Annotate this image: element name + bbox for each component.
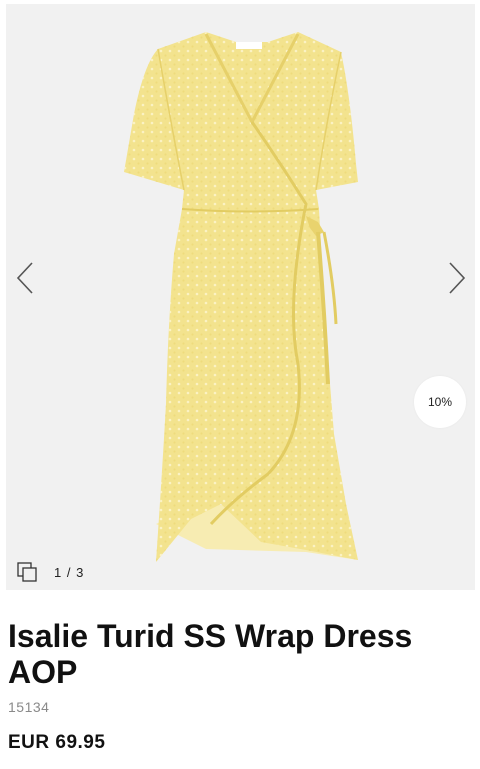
product-sku: 15134 <box>8 699 50 715</box>
product-title: Isalie Turid SS Wrap Dress AOP <box>8 618 413 690</box>
stacked-squares-icon <box>17 562 37 582</box>
image-counter-text: 1 / 3 <box>54 564 85 580</box>
next-image-button[interactable] <box>442 256 472 300</box>
product-price: EUR 69.95 <box>8 732 106 753</box>
chevron-right-icon <box>449 262 466 294</box>
discount-badge: 10% <box>414 376 466 428</box>
image-counter: 1 / 3 <box>16 559 84 585</box>
product-image <box>124 32 358 562</box>
previous-image-button[interactable] <box>10 256 40 300</box>
product-image-gallery[interactable]: 10% 1 / 3 <box>6 4 475 590</box>
chevron-left-icon <box>16 262 33 294</box>
